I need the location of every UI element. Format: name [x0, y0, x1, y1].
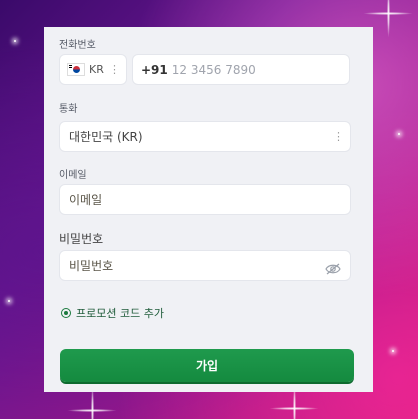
signup-form: 전화번호 KR ⋮ +91 12 3456 7890 통화 대한민국 (KR) …	[44, 27, 373, 392]
phone-label: 전화번호	[59, 40, 96, 51]
password-label: 비밀번호	[59, 232, 104, 246]
country-code-label: KR	[89, 63, 104, 76]
signup-button[interactable]: 가입	[60, 349, 354, 382]
star-decoration	[8, 300, 10, 302]
currency-label: 통화	[59, 104, 78, 115]
phone-input[interactable]: +91 12 3456 7890	[132, 54, 350, 85]
star-decoration	[14, 40, 16, 42]
phone-placeholder: 12 3456 7890	[171, 62, 256, 77]
currency-select[interactable]: 대한민국 (KR) ⋮	[59, 121, 351, 152]
south-korea-flag-icon	[67, 63, 85, 76]
radio-icon	[61, 308, 71, 318]
email-placeholder: 이메일	[69, 193, 103, 207]
email-label: 이메일	[59, 170, 87, 181]
currency-selected-value: 대한민국 (KR)	[69, 130, 143, 144]
promo-code-label: 프로모션 코드 추가	[76, 307, 164, 320]
promo-code-toggle[interactable]: 프로모션 코드 추가	[61, 305, 164, 321]
email-input[interactable]: 이메일	[59, 184, 351, 215]
vertical-dots-icon: ⋮	[109, 63, 120, 76]
eye-off-icon[interactable]	[325, 260, 341, 279]
star-decoration	[392, 350, 394, 352]
country-code-select[interactable]: KR ⋮	[59, 54, 127, 85]
dial-code: +91	[141, 62, 168, 77]
password-placeholder: 비밀번호	[69, 259, 114, 273]
vertical-dots-icon: ⋮	[333, 130, 344, 143]
password-input[interactable]: 비밀번호	[59, 250, 351, 281]
star-decoration	[398, 133, 400, 135]
